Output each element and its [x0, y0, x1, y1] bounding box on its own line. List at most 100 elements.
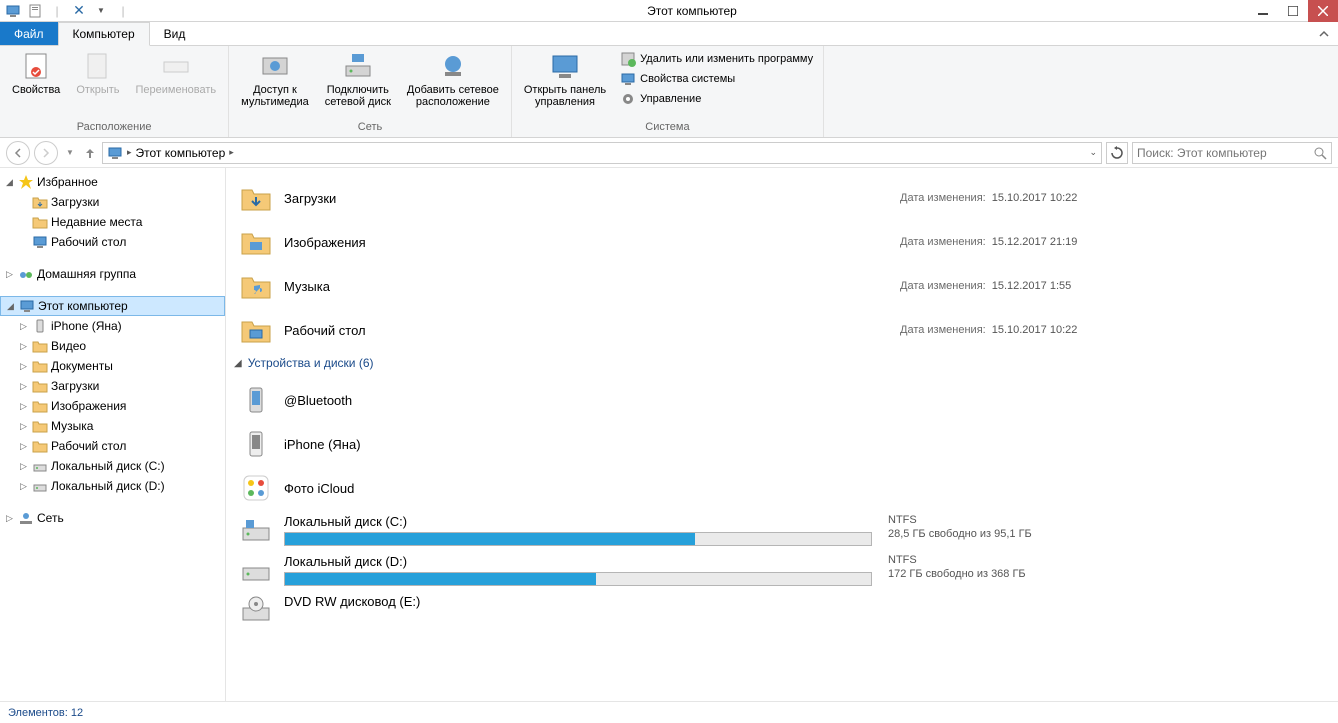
- date-value: 15.10.2017 10:22: [992, 192, 1078, 204]
- folder-row[interactable]: Музыка Дата изменения:15.12.2017 1:55: [234, 264, 1322, 308]
- device-row[interactable]: @Bluetooth: [234, 378, 1322, 422]
- drive-row[interactable]: Локальный диск (D:) NTFS 172 ГБ свободно…: [234, 550, 1322, 590]
- drive-row[interactable]: Локальный диск (C:) NTFS 28,5 ГБ свободн…: [234, 510, 1322, 550]
- breadcrumb-this-pc[interactable]: Этот компьютер: [136, 146, 226, 160]
- tree-music[interactable]: ▷ Музыка: [0, 416, 225, 436]
- expander-icon[interactable]: ▷: [18, 401, 29, 412]
- up-button[interactable]: [82, 141, 98, 165]
- address-dropdown-icon[interactable]: ⌄: [1089, 147, 1097, 158]
- expander-icon[interactable]: ◢: [5, 301, 16, 312]
- tree-favorites[interactable]: ◢ Избранное: [0, 172, 225, 192]
- expander-icon[interactable]: ▷: [4, 513, 15, 524]
- date-label: Дата изменения:: [900, 236, 986, 248]
- media-access-button[interactable]: Доступ к мультимедиа: [235, 48, 315, 110]
- recent-dropdown-icon[interactable]: ▼: [62, 141, 78, 165]
- drive-free: 28,5 ГБ свободно из 95,1 ГБ: [888, 528, 1032, 540]
- expander-icon[interactable]: ▷: [18, 321, 29, 332]
- add-network-location-button[interactable]: Добавить сетевое расположение: [401, 48, 505, 110]
- chevron-down-icon: ◢: [234, 358, 242, 369]
- tree-downloads2[interactable]: ▷ Загрузки: [0, 376, 225, 396]
- tree-desktop-label: Рабочий стол: [51, 235, 126, 249]
- tab-view[interactable]: Вид: [150, 22, 200, 45]
- ribbon-group-network-label: Сеть: [235, 119, 505, 135]
- tree-network-label: Сеть: [37, 511, 64, 525]
- qat-properties-icon[interactable]: [26, 2, 44, 20]
- search-icon: [1313, 146, 1327, 160]
- expander-icon[interactable]: ▷: [18, 481, 29, 492]
- tree-iphone[interactable]: ▷ iPhone (Яна): [0, 316, 225, 336]
- folder-row[interactable]: Изображения Дата изменения:15.12.2017 21…: [234, 220, 1322, 264]
- close-button[interactable]: [1308, 0, 1338, 22]
- expander-icon[interactable]: ▷: [4, 269, 15, 280]
- control-panel-icon: [549, 50, 581, 82]
- cpanel-label: Открыть панель управления: [524, 84, 606, 108]
- address-bar[interactable]: ▸ Этот компьютер ▸ ⌄: [102, 142, 1102, 164]
- tree-network[interactable]: ▷ Сеть: [0, 508, 225, 528]
- expander-icon[interactable]: ▷: [18, 421, 29, 432]
- open-button[interactable]: Открыть: [70, 48, 125, 98]
- date-label: Дата изменения:: [900, 192, 986, 204]
- refresh-button[interactable]: [1106, 142, 1128, 164]
- qat-dropdown-icon[interactable]: ▼: [92, 2, 110, 20]
- tree-downloads[interactable]: Загрузки: [0, 192, 225, 212]
- tree-disk-d[interactable]: ▷ Локальный диск (D:): [0, 476, 225, 496]
- manage-button[interactable]: Управление: [616, 90, 817, 108]
- iphone-device-icon: [240, 428, 272, 460]
- map-drive-icon: [342, 50, 374, 82]
- map-drive-button[interactable]: Подключить сетевой диск: [319, 48, 397, 110]
- tree-desktop2[interactable]: ▷ Рабочий стол: [0, 436, 225, 456]
- search-box[interactable]: [1132, 142, 1332, 164]
- qat-icon-computer-icon[interactable]: [4, 2, 22, 20]
- tree-pictures[interactable]: ▷ Изображения: [0, 396, 225, 416]
- device-name: iPhone (Яна): [284, 437, 1320, 452]
- tab-computer[interactable]: Компьютер: [58, 22, 150, 46]
- expander-icon[interactable]: ◢: [4, 177, 15, 188]
- expander-icon[interactable]: ▷: [18, 441, 29, 452]
- tree-homegroup[interactable]: ▷ Домашняя группа: [0, 264, 225, 284]
- folder-icon: [32, 194, 48, 210]
- tab-file[interactable]: Файл: [0, 22, 58, 45]
- expander-icon[interactable]: ▷: [18, 341, 29, 352]
- tree-desktop[interactable]: Рабочий стол: [0, 232, 225, 252]
- search-input[interactable]: [1137, 146, 1313, 160]
- expander-icon[interactable]: ▷: [18, 361, 29, 372]
- minimize-button[interactable]: [1248, 0, 1278, 22]
- forward-button[interactable]: [34, 141, 58, 165]
- tree-this-pc[interactable]: ◢ Этот компьютер: [0, 296, 225, 316]
- drive-c-icon: [240, 514, 272, 546]
- properties-button[interactable]: Свойства: [6, 48, 66, 98]
- maximize-button[interactable]: [1278, 0, 1308, 22]
- folder-row[interactable]: Рабочий стол Дата изменения:15.10.2017 1…: [234, 308, 1322, 352]
- chevron-right-icon2[interactable]: ▸: [229, 147, 234, 158]
- homegroup-icon: [18, 266, 34, 282]
- dvd-drive-icon: [240, 594, 272, 626]
- tree-homegroup-label: Домашняя группа: [37, 267, 136, 281]
- drive-icon: [32, 478, 48, 494]
- window-title: Этот компьютер: [136, 4, 1248, 18]
- tree-documents[interactable]: ▷ Документы: [0, 356, 225, 376]
- folder-desktop-icon: [240, 314, 272, 346]
- qat-delete-icon[interactable]: ✕: [70, 2, 88, 20]
- tree-recent[interactable]: Недавние места: [0, 212, 225, 232]
- device-row[interactable]: Фото iCloud: [234, 466, 1322, 510]
- chevron-right-icon[interactable]: ▸: [127, 147, 132, 158]
- expander-icon[interactable]: ▷: [18, 381, 29, 392]
- control-panel-button[interactable]: Открыть панель управления: [518, 48, 612, 110]
- drive-row[interactable]: DVD RW дисковод (E:): [234, 590, 1322, 630]
- folder-pictures-icon: [32, 398, 48, 414]
- rename-button[interactable]: Переименовать: [130, 48, 223, 98]
- rename-icon: [160, 50, 192, 82]
- uninstall-program-button[interactable]: Удалить или изменить программу: [616, 50, 817, 68]
- folder-row[interactable]: Загрузки Дата изменения:15.10.2017 10:22: [234, 176, 1322, 220]
- tree-disk-c[interactable]: ▷ Локальный диск (C:): [0, 456, 225, 476]
- tree-videos[interactable]: ▷ Видео: [0, 336, 225, 356]
- device-row[interactable]: iPhone (Яна): [234, 422, 1322, 466]
- system-properties-button[interactable]: Свойства системы: [616, 70, 817, 88]
- back-button[interactable]: [6, 141, 30, 165]
- expander-icon[interactable]: ▷: [18, 461, 29, 472]
- desktop-icon: [32, 234, 48, 250]
- uninstall-icon: [620, 51, 636, 67]
- tree-this-pc-label: Этот компьютер: [38, 299, 128, 313]
- ribbon-collapse-icon[interactable]: [1310, 22, 1338, 45]
- devices-group-header[interactable]: ◢ Устройства и диски (6): [234, 356, 1322, 370]
